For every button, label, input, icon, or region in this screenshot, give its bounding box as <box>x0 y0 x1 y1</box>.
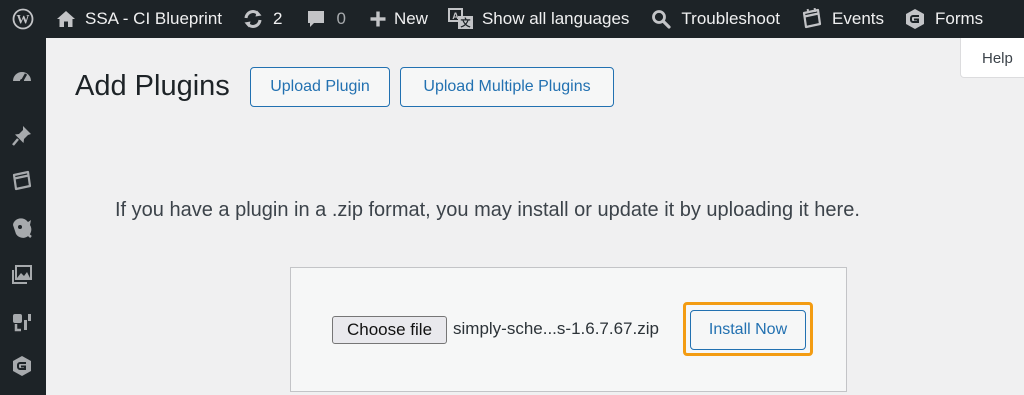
wordpress-logo-icon: W <box>12 8 34 30</box>
troubleshoot-label: Troubleshoot <box>681 9 781 28</box>
upload-multiple-plugins-button[interactable]: Upload Multiple Plugins <box>400 67 614 107</box>
show-all-languages-menu[interactable]: A 文 Show all languages <box>447 0 630 38</box>
admin-sidebar <box>0 38 46 395</box>
calendar-icon <box>801 8 823 30</box>
updates-menu[interactable]: 2 <box>242 0 282 38</box>
install-now-button[interactable]: Install Now <box>690 310 806 350</box>
troubleshoot-menu[interactable]: Troubleshoot <box>651 0 780 38</box>
updates-count: 2 <box>273 9 283 28</box>
gravity-forms-icon <box>904 8 926 30</box>
selected-file-name: simply-sche...s-1.6.7.67.zip <box>453 319 659 338</box>
dashboard-icon[interactable] <box>8 62 36 90</box>
forms-label: Forms <box>935 9 984 28</box>
new-content-menu[interactable]: New <box>370 0 428 38</box>
comments-count: 0 <box>336 9 346 28</box>
home-icon <box>56 10 76 28</box>
pin-icon[interactable] <box>8 122 36 150</box>
svg-text:文: 文 <box>460 17 471 30</box>
site-name-label: SSA - CI Blueprint <box>85 9 223 28</box>
new-label: New <box>393 9 428 28</box>
plugins-icon[interactable] <box>8 308 36 336</box>
upload-plugin-button[interactable]: Upload Plugin <box>250 67 390 107</box>
events-label: Events <box>832 9 885 28</box>
translation-icon: A 文 <box>447 8 474 30</box>
help-tab-button[interactable]: Help <box>960 38 1024 78</box>
admin-bar: W SSA - CI Blueprint 2 0 New A 文 Show al… <box>0 0 1024 38</box>
plus-icon <box>370 11 386 27</box>
comments-menu[interactable]: 0 <box>306 0 346 38</box>
updates-icon <box>242 9 264 29</box>
site-name-menu[interactable]: SSA - CI Blueprint <box>46 0 222 38</box>
choose-file-button[interactable]: Choose file <box>332 316 447 344</box>
events-menu[interactable]: Events <box>801 0 884 38</box>
help-tab-label: Help <box>982 50 1013 67</box>
upload-help-text: If you have a plugin in a .zip format, y… <box>115 199 860 221</box>
svg-text:W: W <box>17 12 30 27</box>
appearance-icon[interactable] <box>8 214 36 242</box>
wordpress-logo-menu[interactable]: W <box>0 0 46 38</box>
search-icon <box>651 9 672 29</box>
calendar-menu-icon[interactable] <box>8 167 36 195</box>
show-all-languages-label: Show all languages <box>481 9 630 28</box>
forms-menu-icon[interactable] <box>8 352 36 380</box>
page-title: Add Plugins <box>75 70 230 102</box>
comment-icon <box>306 9 326 29</box>
media-icon[interactable] <box>8 261 36 289</box>
forms-menu[interactable]: Forms <box>904 0 983 38</box>
